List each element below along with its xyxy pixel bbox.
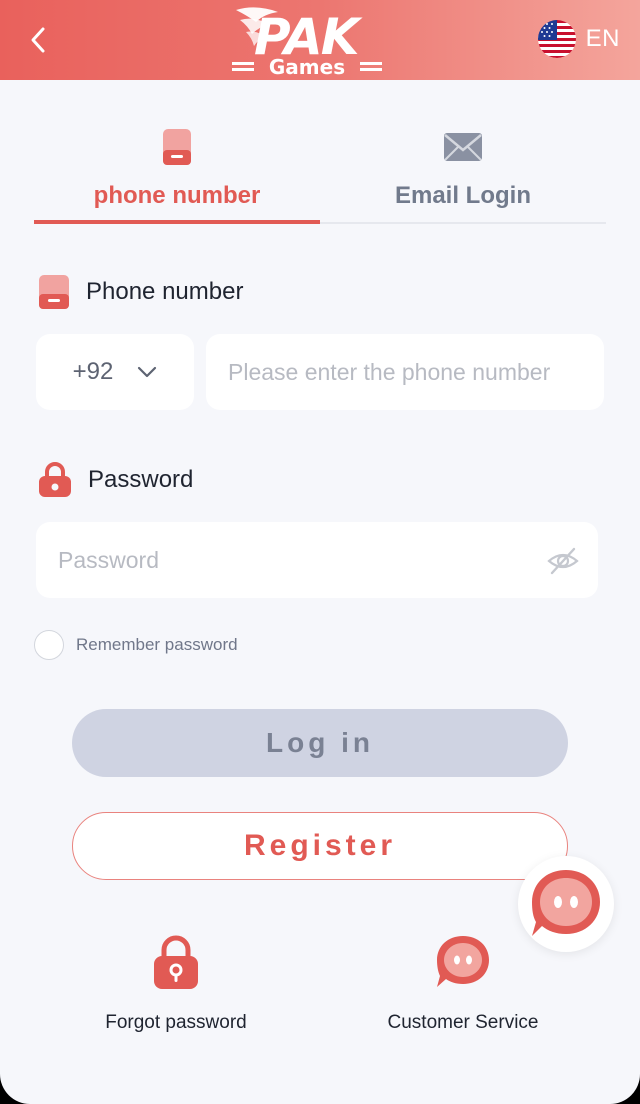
phone-field-label: Phone number [38,274,243,310]
back-button[interactable] [20,22,56,58]
tab-phone-label: phone number [93,182,261,209]
login-button[interactable]: Log in [72,709,568,777]
forgot-password-label: Forgot password [105,1012,247,1033]
phone-input-box [206,334,604,410]
tab-email-label: Email Login [394,182,531,209]
logo-subtext: Games [269,55,345,78]
lock-icon [39,462,71,497]
country-code-value: +92 [72,358,114,385]
tab-email-login[interactable]: Email Login [320,110,606,222]
mail-icon [444,133,482,161]
password-input-box [36,522,598,598]
lock-icon [154,935,198,989]
customer-service-icon [437,936,489,987]
phone-label-text: Phone number [86,278,244,305]
tab-phone-number[interactable]: phone number [34,110,320,224]
login-button-label: Log in [266,727,374,758]
language-code: EN [585,25,620,52]
app-header: PAK Games EN [0,0,640,80]
remember-radio[interactable] [34,630,64,660]
register-button[interactable]: Register [72,812,568,880]
country-code-select[interactable]: +92 [36,334,194,410]
phone-icon [39,275,69,309]
password-field-label: Password [38,462,193,498]
register-button-label: Register [243,829,397,862]
password-label-text: Password [88,466,194,493]
forgot-password-link[interactable]: Forgot password [86,934,266,1034]
customer-service-link[interactable]: Customer Service [368,934,558,1034]
customer-service-icon [532,870,600,936]
remember-password-label: Remember password [76,635,238,654]
language-selector[interactable]: EN [537,19,620,59]
eye-off-icon[interactable] [546,544,580,578]
remember-password-toggle[interactable]: Remember password [34,630,238,660]
back-arrow-icon [31,27,45,53]
login-tabs: phone number Email Login [34,110,606,224]
login-screen: PAK Games EN phone number Email Login Ph… [0,0,640,1104]
us-flag-icon [537,20,576,58]
password-input[interactable] [36,522,598,598]
chevron-down-icon [138,366,157,378]
customer-service-label: Customer Service [387,1012,539,1033]
brand-logo: PAK Games [226,2,416,79]
phone-icon [163,129,191,165]
phone-number-input[interactable] [206,334,604,410]
